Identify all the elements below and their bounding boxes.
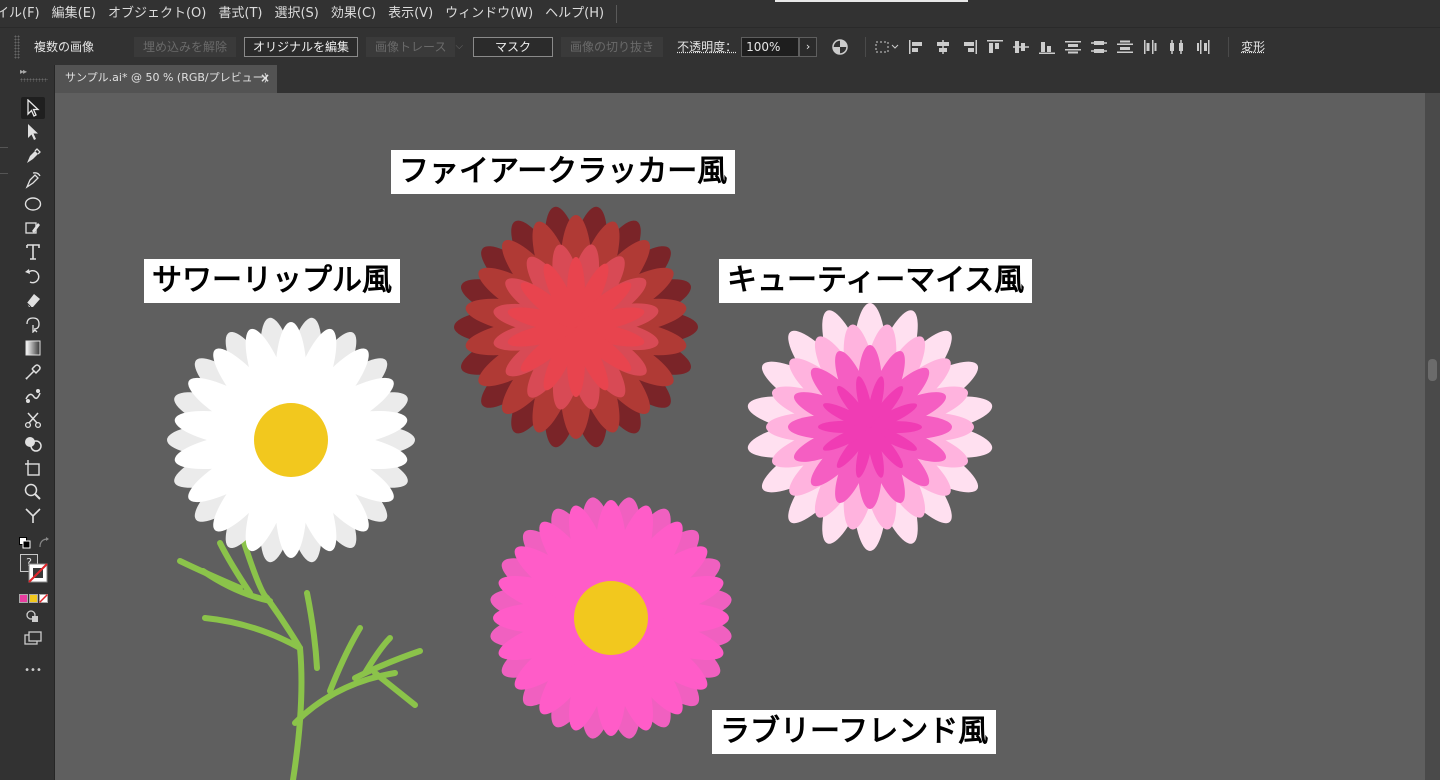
swap-colors-icon[interactable] [38,534,50,553]
sour-ripple-flower[interactable] [167,315,415,565]
opacity-label[interactable]: 不透明度： [677,38,737,55]
symbol-sprayer-tool-icon[interactable] [21,505,45,527]
edit-original-button[interactable]: オリジナルを編集 [244,36,359,57]
menu-divider [616,4,618,23]
default-colors-icon[interactable] [19,534,31,553]
rotate-tool-icon[interactable] [21,265,45,287]
screen-mode-icon[interactable] [21,627,45,649]
artwork [167,204,995,780]
control-divider [1228,36,1230,57]
tools-panel: ▸▸ ? ••• [14,65,55,780]
align-vertical-center-icon[interactable] [1012,38,1030,56]
stem-branch [304,590,320,671]
transform-link[interactable]: 変形 [1241,38,1265,55]
align-left-icon[interactable] [908,38,926,56]
menu-file[interactable]: イル(F) [0,0,46,27]
align-top-icon[interactable] [986,38,1004,56]
collapse-panel-icon[interactable]: ▸▸ [20,67,27,76]
pen-tool-icon[interactable] [21,145,45,167]
document-tab[interactable]: サンプル.ai* @ 50 % (RGB/プレビュー) [55,65,277,93]
distribute-top-icon[interactable] [1064,38,1082,56]
crop-image-button[interactable]: 画像の切り抜き [561,36,664,57]
menu-bar: イル(F) 編集(E) オブジェクト(O) 書式(T) 選択(S) 効果(C) … [0,0,1440,27]
type-tool-icon[interactable] [21,241,45,263]
eraser-tool-icon[interactable] [21,289,45,311]
stem-branch [238,530,305,780]
label-lovely-friend[interactable]: ラブリーフレンド風 [712,710,997,754]
mask-button[interactable]: マスク [473,36,554,57]
close-tab-icon[interactable]: × [260,65,270,91]
menu-view[interactable]: 表示(V) [382,0,439,27]
distribute-bottom-icon[interactable] [1116,38,1134,56]
drawing-mode-icon[interactable] [21,605,45,627]
illustrator-window: イル(F) 編集(E) オブジェクト(O) 書式(T) 選択(S) 効果(C) … [0,0,1440,780]
artboard-tool-icon[interactable] [21,457,45,479]
control-bar-grip[interactable] [14,34,20,59]
control-divider [865,36,867,57]
eyedropper-tool-icon[interactable] [21,361,45,383]
daisy-stem [177,530,423,780]
cutie-mice-flower[interactable] [745,303,995,551]
canvas[interactable]: ファイアークラッカー風 サワーリップル風 キューティーマイス風 ラブリーフレンド… [55,93,1425,780]
vertical-scrollbar[interactable] [1425,93,1440,780]
menu-help[interactable]: ヘルプ(H) [539,0,610,27]
lovely-center [574,581,648,655]
menu-effect[interactable]: 効果(C) [325,0,382,27]
document-tab-title: サンプル.ai* @ 50 % (RGB/プレビュー) [65,71,268,84]
shape-builder-tool-icon[interactable] [21,433,45,455]
unembed-button[interactable]: 埋め込みを解除 [134,36,237,57]
shaper-tool-icon[interactable] [21,217,45,239]
selection-tool-icon[interactable] [21,97,45,119]
label-sour-ripple[interactable]: サワーリップル風 [144,259,400,303]
dock-marker [0,173,8,174]
document-tab-bar: サンプル.ai* @ 50 % (RGB/プレビュー) × [55,65,1440,93]
align-right-icon[interactable] [960,38,978,56]
direct-selection-tool-icon[interactable] [21,121,45,143]
distribute-left-icon[interactable] [1142,38,1160,56]
opacity-arrow-icon[interactable]: › [799,36,818,57]
control-bar: 複数の画像 埋め込みを解除 オリジナルを編集 画像トレース ⌵ マスク 画像の切… [0,27,1440,65]
recolor-artwork-icon[interactable] [831,38,849,56]
align-bottom-icon[interactable] [1038,38,1056,56]
distribute-right-icon[interactable] [1194,38,1212,56]
scissors-tool-icon[interactable] [21,409,45,431]
gradient-tool-icon[interactable] [21,337,45,359]
stem-branch [372,670,418,708]
label-cutie-mice[interactable]: キューティーマイス風 [719,259,1033,303]
menu-type[interactable]: 書式(T) [212,0,268,27]
align-to-selection-icon[interactable] [874,38,900,56]
zoom-tool-icon[interactable] [21,481,45,503]
curvature-tool-icon[interactable] [21,169,45,191]
puppet-warp-tool-icon[interactable] [21,313,45,335]
left-dock-edge [0,65,14,780]
stroke-swatch[interactable] [28,563,48,587]
image-trace-button[interactable]: 画像トレース [366,36,456,57]
image-trace-dropdown-icon[interactable]: ⌵ [455,41,463,52]
edit-toolbar-icon[interactable]: ••• [21,659,45,681]
menu-select[interactable]: 選択(S) [268,0,324,27]
distribute-horizontal-center-icon[interactable] [1168,38,1186,56]
title-bar-edge [775,0,968,2]
menu-object[interactable]: オブジェクト(O) [102,0,212,27]
daisy-center [254,403,328,477]
distribute-vertical-center-icon[interactable] [1090,38,1108,56]
fire-cracker-flower[interactable] [454,204,698,451]
menu-window[interactable]: ウィンドウ(W) [439,0,539,27]
ellipse-tool-icon[interactable] [21,193,45,215]
blend-tool-icon[interactable] [21,385,45,407]
align-horizontal-center-icon[interactable] [934,38,952,56]
dock-marker [0,147,8,148]
tools-panel-grip[interactable] [20,78,48,82]
vertical-scrollbar-thumb[interactable] [1428,359,1437,381]
opacity-input[interactable]: 100% [741,36,800,57]
selection-type-label: 複数の画像 [34,40,95,54]
label-fire-cracker[interactable]: ファイアークラッカー風 [391,150,736,194]
lovely-friend-flower[interactable] [488,495,735,742]
menu-edit[interactable]: 編集(E) [46,0,102,27]
